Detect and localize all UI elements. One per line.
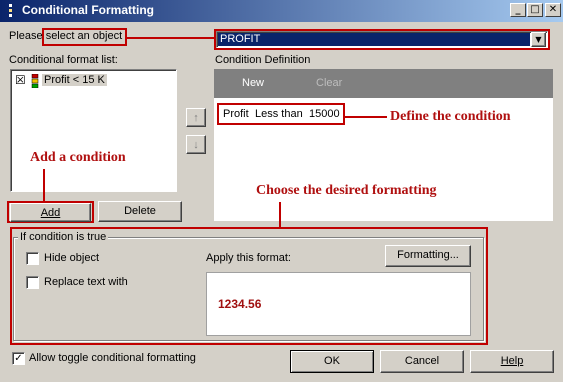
item-label: Profit < 15 K xyxy=(42,74,107,86)
maximize-button[interactable]: □ xyxy=(527,3,543,17)
format-list-label: Conditional format list: xyxy=(9,54,118,66)
app-icon xyxy=(9,4,12,17)
hide-object-checkbox[interactable] xyxy=(26,252,39,265)
condition-operator[interactable]: Less than xyxy=(255,108,303,120)
clear-condition-button[interactable]: Clear xyxy=(316,77,342,89)
add-annotation: Add a condition xyxy=(30,150,126,165)
close-button[interactable]: ✕ xyxy=(545,3,561,17)
annotation-connector xyxy=(345,116,387,118)
title-bar[interactable]: Conditional Formatting _ □ ✕ xyxy=(0,0,563,22)
condition-definition-label: Condition Definition xyxy=(215,54,311,66)
move-down-button[interactable]: ↓ xyxy=(186,135,206,154)
replace-text-checkbox[interactable] xyxy=(26,276,39,289)
condition-value[interactable]: 15000 xyxy=(309,108,340,120)
annotation-connector xyxy=(43,169,45,201)
ok-button[interactable]: OK xyxy=(290,350,374,373)
condition-row[interactable]: Profit Less than 15000 xyxy=(217,103,345,125)
item-checkbox[interactable]: ☒ xyxy=(15,73,26,87)
object-select[interactable]: PROFIT ▼ xyxy=(216,31,548,48)
minimize-button[interactable]: _ xyxy=(510,3,526,17)
format-list[interactable]: ☒ Profit < 15 K xyxy=(10,69,177,192)
condition-icon xyxy=(31,74,39,88)
object-select-value: PROFIT xyxy=(218,33,530,46)
condition-field[interactable]: Profit xyxy=(223,108,249,120)
choose-annotation: Choose the desired formatting xyxy=(256,183,437,198)
format-preview-text: 1234.56 xyxy=(218,297,262,311)
apply-format-label: Apply this format: xyxy=(206,252,291,264)
list-item[interactable]: ☒ Profit < 15 K xyxy=(15,73,115,89)
help-button[interactable]: Help xyxy=(470,350,554,373)
if-true-group-label: If condition is true xyxy=(18,231,109,243)
formatting-button[interactable]: Formatting... xyxy=(385,245,471,267)
format-preview: 1234.56 xyxy=(206,272,471,336)
move-up-button[interactable]: ↑ xyxy=(186,108,206,127)
annotation-connector xyxy=(279,202,281,228)
add-button[interactable]: Add xyxy=(10,203,91,222)
annotation-connector xyxy=(127,37,215,39)
new-condition-button[interactable]: New xyxy=(242,77,264,89)
allow-toggle-label: Allow toggle conditional formatting xyxy=(29,352,196,364)
delete-button[interactable]: Delete xyxy=(98,201,182,222)
chevron-down-icon[interactable]: ▼ xyxy=(531,32,546,47)
window-title: Conditional Formatting xyxy=(22,3,154,17)
define-annotation: Define the condition xyxy=(390,109,511,124)
replace-text-label: Replace text with xyxy=(44,276,128,288)
select-object-highlight xyxy=(42,28,127,46)
cancel-button[interactable]: Cancel xyxy=(380,350,464,373)
allow-toggle-checkbox[interactable]: ✓ xyxy=(12,352,25,365)
hide-object-label: Hide object xyxy=(44,252,100,264)
condition-toolbar: New Clear xyxy=(214,69,553,98)
